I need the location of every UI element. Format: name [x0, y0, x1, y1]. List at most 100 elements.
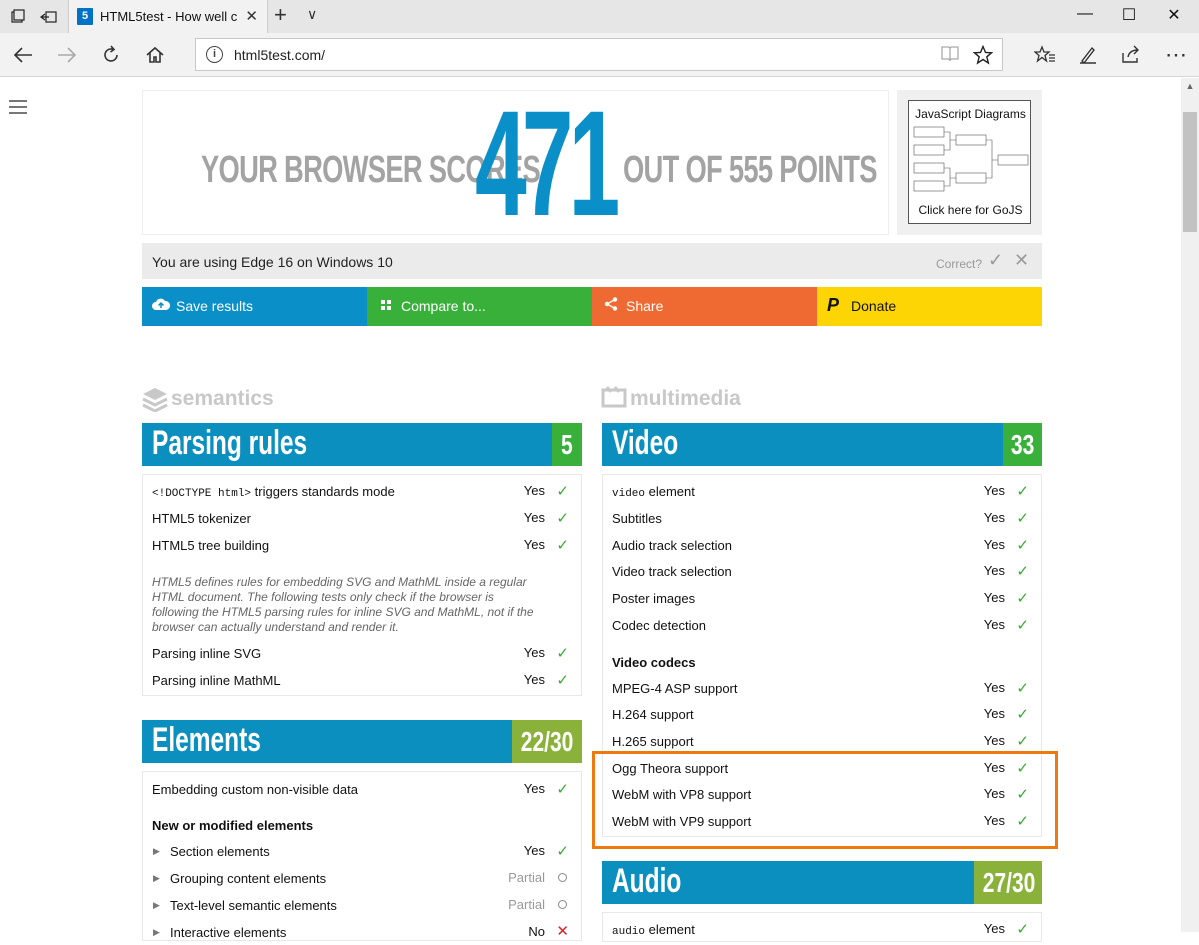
site-info-icon[interactable]: i — [206, 46, 223, 63]
result-row: Parsing inline MathML Yes ✓ — [152, 672, 569, 689]
compare-button[interactable]: Compare to... — [367, 287, 592, 326]
result-row: Parsing inline SVG Yes ✓ — [152, 645, 569, 662]
parsing-rules-header: Parsing rules 5 — [142, 423, 582, 466]
code-text: <!DOCTYPE html> — [152, 488, 252, 500]
partial-circle-icon — [558, 900, 567, 909]
close-window-icon[interactable]: ✕ — [1164, 5, 1184, 25]
check-icon: ✓ — [1016, 921, 1029, 938]
share-label: Share — [626, 298, 664, 314]
diagram-thumbnail — [913, 126, 1029, 192]
gojs-ad[interactable]: JavaScript Diagrams Click here for GoJS — [908, 100, 1031, 224]
category-multimedia: multimedia — [630, 387, 741, 410]
expand-triangle-icon[interactable]: ▶ — [153, 873, 160, 884]
expandable-row[interactable]: ▶ Text-level semantic elements Partial — [143, 892, 581, 918]
save-results-label: Save results — [176, 298, 254, 314]
result-row: video element Yes ✓ — [612, 483, 1029, 500]
check-icon: ✓ — [556, 672, 569, 689]
expand-triangle-icon[interactable]: ▶ — [153, 846, 160, 857]
expandable-row[interactable]: ▶ Grouping content elements Partial — [143, 865, 581, 891]
video-header: Video 33 — [602, 423, 1042, 466]
browser-detect-bar: You are using Edge 16 on Windows 10 Corr… — [142, 243, 1042, 279]
hamburger-menu-icon[interactable] — [9, 100, 27, 118]
save-results-button[interactable]: Save results — [142, 287, 367, 326]
new-tab-icon[interactable]: + — [274, 4, 287, 26]
share-button[interactable]: Share — [592, 287, 817, 326]
section-score: 33 — [1003, 423, 1042, 466]
result-row: Codec detection Yes ✓ — [612, 617, 1029, 634]
reject-x-icon[interactable]: ✕ — [1014, 250, 1029, 271]
scroll-thumb[interactable] — [1183, 112, 1197, 232]
section-score: 27/30 — [974, 861, 1042, 904]
share-icon — [604, 297, 618, 315]
vertical-scrollbar[interactable]: ▲ — [1181, 78, 1199, 932]
html5-favicon-icon: 5 — [77, 8, 93, 25]
tab-manager-icon[interactable] — [9, 8, 27, 26]
share-arrow-icon[interactable] — [1117, 41, 1145, 69]
elements-header: Elements 22/30 — [142, 720, 582, 763]
check-icon: ✓ — [556, 510, 569, 527]
result-row: MPEG-4 ASP support Yes ✓ — [612, 680, 1029, 697]
subsection-heading: Video codecs — [612, 655, 696, 670]
result-row: audio element Yes ✓ — [612, 921, 1029, 938]
score-suffix: OUT OF 555 POINTS — [623, 149, 878, 191]
scroll-up-icon[interactable]: ▲ — [1181, 78, 1199, 94]
expandable-row[interactable]: ▶ Section elements Yes ✓ — [143, 838, 581, 864]
subsection-heading: New or modified elements — [152, 818, 314, 833]
result-row: <!DOCTYPE html> triggers standards mode … — [152, 483, 569, 500]
favorite-star-icon[interactable] — [972, 44, 994, 70]
fail-x-icon: ✕ — [556, 923, 569, 940]
section-title: Parsing rules — [152, 424, 308, 462]
partial-circle-icon — [558, 873, 567, 882]
tab-preview-chevron-icon[interactable]: ∨ — [307, 6, 317, 23]
section-title: Audio — [612, 862, 682, 900]
check-icon: ✓ — [1016, 510, 1029, 527]
elements-body: Embedding custom non-visible data Yes ✓ N… — [142, 771, 582, 941]
reading-view-icon[interactable] — [940, 45, 960, 68]
result-row: H.264 support Yes ✓ — [612, 706, 1029, 723]
ad-title: JavaScript Diagrams — [915, 107, 1026, 121]
grid-icon — [381, 297, 391, 314]
active-tab[interactable]: 5 HTML5test - How well c ✕ — [68, 0, 268, 33]
donate-button[interactable]: P Donate — [817, 287, 1042, 326]
confirm-check-icon[interactable]: ✓ — [988, 250, 1003, 271]
ad-container: JavaScript Diagrams Click here for GoJS — [897, 90, 1042, 235]
expand-triangle-icon[interactable]: ▶ — [153, 927, 160, 938]
web-note-pen-icon[interactable] — [1074, 41, 1102, 69]
home-icon[interactable] — [141, 41, 169, 69]
forward-arrow-icon[interactable] — [53, 41, 81, 69]
refresh-icon[interactable] — [97, 41, 125, 69]
result-row: Subtitles Yes ✓ — [612, 510, 1029, 527]
url-text[interactable]: html5test.com/ — [234, 47, 325, 63]
address-bar[interactable]: i html5test.com/ — [195, 38, 1003, 71]
result-row: Embedding custom non-visible data Yes ✓ — [152, 781, 569, 798]
code-text: audio — [612, 926, 646, 938]
category-semantics: semantics — [171, 387, 274, 410]
more-options-icon[interactable]: ⋯ — [1162, 41, 1190, 69]
check-icon: ✓ — [1016, 733, 1029, 750]
code-text: video — [612, 488, 646, 500]
section-score: 22/30 — [512, 720, 582, 763]
set-tabs-aside-icon[interactable] — [40, 8, 58, 26]
check-icon: ✓ — [1016, 680, 1029, 697]
parsing-note: HTML5 defines rules for embedding SVG an… — [152, 575, 534, 634]
maximize-icon[interactable]: ☐ — [1119, 5, 1139, 25]
check-icon: ✓ — [556, 843, 569, 860]
expand-triangle-icon[interactable]: ▶ — [153, 900, 160, 911]
back-arrow-icon[interactable] — [9, 41, 37, 69]
audio-header: Audio 27/30 — [602, 861, 1042, 904]
score-banner: YOUR BROWSER SCORES 471 OUT OF 555 POINT… — [142, 79, 889, 247]
check-icon: ✓ — [1016, 563, 1029, 580]
ad-cta: Click here for GoJS — [918, 203, 1023, 217]
score-value: 471 — [475, 79, 620, 247]
correct-label: Correct? — [936, 257, 983, 271]
expandable-row[interactable]: ▶ Interactive elements No ✕ — [143, 919, 581, 945]
tab-close-icon[interactable]: ✕ — [245, 7, 258, 25]
check-icon: ✓ — [556, 483, 569, 500]
section-title: Elements — [152, 721, 261, 759]
parsing-rules-body: <!DOCTYPE html> triggers standards mode … — [142, 474, 582, 696]
favorites-hub-icon[interactable] — [1031, 41, 1059, 69]
result-row: Video track selection Yes ✓ — [612, 563, 1029, 580]
semantics-layers-icon — [142, 386, 168, 418]
minimize-icon[interactable]: — — [1075, 5, 1095, 23]
tab-title: HTML5test - How well c — [100, 9, 238, 24]
